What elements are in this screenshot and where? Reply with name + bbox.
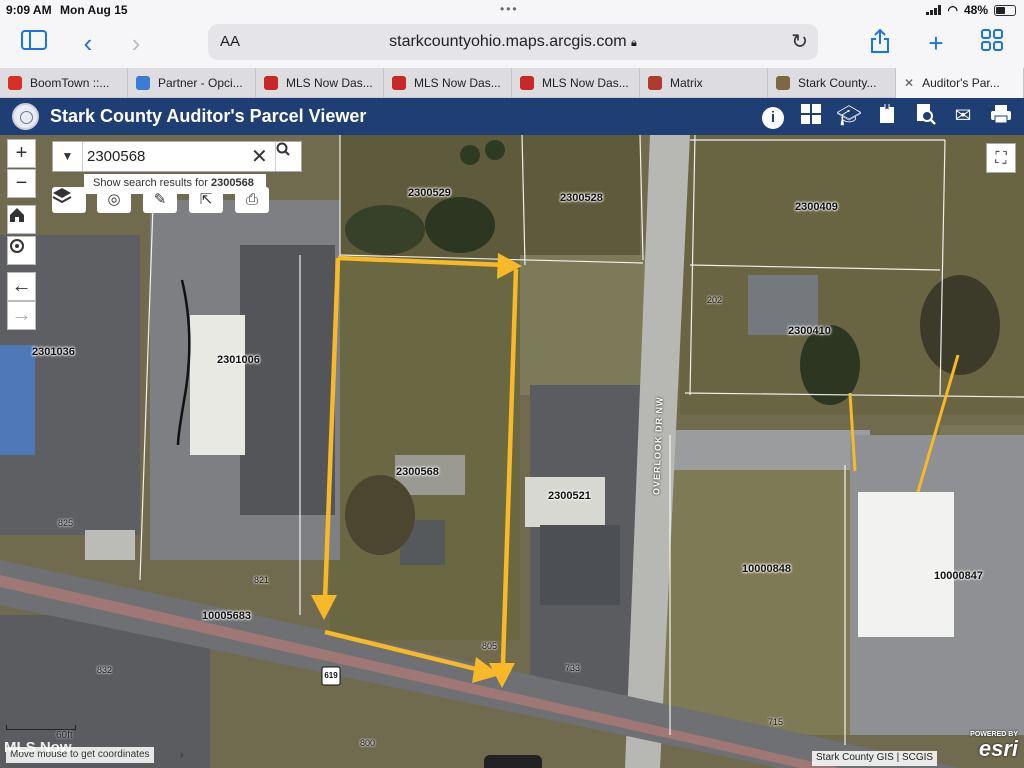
new-tab-icon[interactable]: + bbox=[920, 28, 952, 58]
esri-logo: POWERED BY esri bbox=[970, 731, 1018, 761]
back-icon[interactable]: ‹ bbox=[72, 28, 104, 58]
search-document-icon[interactable] bbox=[912, 103, 938, 129]
address-label: 715 bbox=[768, 717, 784, 727]
battery-percent: 48% bbox=[963, 3, 988, 17]
parcel-label[interactable]: 2300410 bbox=[788, 325, 831, 337]
browser-tab-label: Auditor's Par... bbox=[922, 76, 1000, 90]
browser-tab-label: Stark County... bbox=[798, 76, 877, 90]
search-input[interactable] bbox=[87, 146, 247, 167]
browser-tab-label: Matrix bbox=[670, 76, 703, 90]
browser-tab[interactable]: Partner - Opci... bbox=[128, 68, 256, 98]
basemap-gallery-icon[interactable] bbox=[798, 103, 824, 129]
clear-search-icon[interactable]: ✕ bbox=[251, 144, 268, 169]
parcel-label-selected[interactable]: 2300568 bbox=[396, 466, 439, 478]
address-label: 825 bbox=[58, 518, 74, 528]
parcel-label[interactable]: 2300529 bbox=[408, 187, 451, 199]
favicon-icon bbox=[776, 76, 790, 90]
aerial-imagery bbox=[0, 135, 1024, 768]
browser-tab[interactable]: MLS Now Das... bbox=[384, 68, 512, 98]
measure-icon[interactable]: ✎ bbox=[143, 187, 177, 213]
education-icon[interactable]: 🎓︎ bbox=[836, 103, 862, 129]
page-title: Stark County Auditor's Parcel Viewer bbox=[50, 106, 367, 126]
browser-tab-strip: BoomTown ::... Partner - Opci... MLS Now D… bbox=[0, 68, 1024, 98]
lock-icon: 🔒︎ bbox=[631, 37, 637, 49]
parcel-label[interactable]: 2301006 bbox=[217, 354, 260, 366]
browser-tab[interactable]: Stark County... bbox=[768, 68, 896, 98]
favicon-icon bbox=[264, 76, 278, 90]
popup-handle[interactable] bbox=[484, 755, 542, 768]
basemap-icon[interactable]: ◎ bbox=[97, 187, 131, 213]
search-source-dropdown-icon[interactable]: ▼ bbox=[53, 142, 83, 171]
close-tab-icon[interactable]: ✕ bbox=[904, 76, 914, 90]
sidebar-toggle-icon[interactable] bbox=[18, 28, 50, 58]
mail-icon[interactable]: ✉︎ bbox=[950, 103, 976, 129]
address-label: 821 bbox=[254, 575, 270, 585]
address-label: 800 bbox=[360, 738, 376, 748]
multitask-dots-icon[interactable]: ••• bbox=[500, 2, 519, 16]
expand-coords-icon[interactable]: › bbox=[180, 749, 184, 761]
cellular-signal-icon bbox=[926, 5, 942, 15]
browser-tab-label: BoomTown ::... bbox=[30, 76, 110, 90]
locate-icon[interactable] bbox=[7, 236, 36, 265]
parcel-label[interactable]: 2300521 bbox=[548, 490, 591, 502]
browser-toolbar: ‹ › AA starkcountyohio.maps.arcgis.com 🔒… bbox=[0, 20, 1024, 68]
status-time: 9:09 AM bbox=[6, 3, 52, 17]
next-extent-icon[interactable]: → bbox=[7, 301, 36, 330]
map-view[interactable]: 619 OVERLOOK DR NW 2300529 2300528 23004… bbox=[0, 135, 1024, 768]
search-icon[interactable] bbox=[275, 142, 302, 171]
app-header: Stark County Auditor's Parcel Viewer i 🎓… bbox=[0, 98, 1024, 135]
address-label: 832 bbox=[97, 665, 113, 675]
county-seal-logo bbox=[12, 103, 39, 130]
parcel-label[interactable]: 2301036 bbox=[32, 346, 75, 358]
parcel-label[interactable]: 2300528 bbox=[560, 192, 603, 204]
parcel-label[interactable]: 10005683 bbox=[202, 610, 251, 622]
browser-tab[interactable]: Matrix bbox=[640, 68, 768, 98]
status-bar: 9:09 AM Mon Aug 15 ••• ◠ 48% bbox=[0, 0, 1024, 20]
fullscreen-icon[interactable]: ⛶ bbox=[986, 143, 1016, 173]
favicon-icon bbox=[392, 76, 406, 90]
zoom-out-button[interactable]: − bbox=[7, 169, 36, 198]
browser-tab-label: Partner - Opci... bbox=[158, 76, 243, 90]
parcel-label[interactable]: 2300409 bbox=[795, 201, 838, 213]
map-attribution: Stark County GIS | SCGIS bbox=[812, 751, 938, 766]
parcel-label[interactable]: 10000848 bbox=[742, 563, 791, 575]
route-shield-label: 619 bbox=[324, 671, 338, 680]
previous-extent-icon[interactable]: ← bbox=[7, 272, 36, 301]
favicon-icon bbox=[648, 76, 662, 90]
battery-icon bbox=[994, 4, 1016, 16]
browser-tab[interactable]: ✕ Auditor's Par... bbox=[896, 68, 1024, 98]
browser-tab[interactable]: BoomTown ::... bbox=[0, 68, 128, 98]
tab-overview-icon[interactable] bbox=[976, 28, 1008, 58]
forward-icon[interactable]: › bbox=[120, 28, 152, 58]
mls-watermark: MLS Now bbox=[4, 739, 72, 756]
address-label: 202 bbox=[707, 295, 723, 305]
browser-tab[interactable]: MLS Now Das... bbox=[512, 68, 640, 98]
info-icon[interactable]: i bbox=[760, 103, 786, 129]
address-label: 733 bbox=[565, 663, 581, 673]
zoom-in-button[interactable]: + bbox=[7, 139, 36, 168]
address-label: 805 bbox=[482, 641, 498, 651]
address-bar[interactable]: AA starkcountyohio.maps.arcgis.com 🔒︎ ↻ bbox=[208, 24, 818, 60]
select-tool-icon[interactable]: ⇱ bbox=[189, 187, 223, 213]
parcel-search: ▼ ✕ bbox=[52, 141, 302, 172]
url-text: starkcountyohio.maps.arcgis.com 🔒︎ bbox=[389, 33, 637, 50]
browser-tab-label: MLS Now Das... bbox=[286, 76, 373, 90]
parcel-label[interactable]: 10000847 bbox=[934, 570, 983, 582]
favicon-icon bbox=[8, 76, 22, 90]
browser-tab-label: MLS Now Das... bbox=[414, 76, 501, 90]
browser-tab-label: MLS Now Das... bbox=[542, 76, 629, 90]
bookmark-icon[interactable] bbox=[874, 103, 900, 129]
browser-tab[interactable]: MLS Now Das... bbox=[256, 68, 384, 98]
print-icon[interactable] bbox=[988, 103, 1014, 129]
layers-icon[interactable] bbox=[52, 187, 86, 213]
favicon-icon bbox=[520, 76, 534, 90]
print-map-icon[interactable]: ⎙ bbox=[235, 187, 269, 213]
home-icon[interactable] bbox=[7, 205, 36, 234]
status-date: Mon Aug 15 bbox=[60, 3, 128, 17]
share-icon[interactable] bbox=[864, 28, 896, 58]
reload-icon[interactable]: ↻ bbox=[791, 29, 808, 54]
wifi-icon: ◠ bbox=[947, 3, 958, 17]
favicon-icon bbox=[136, 76, 150, 90]
